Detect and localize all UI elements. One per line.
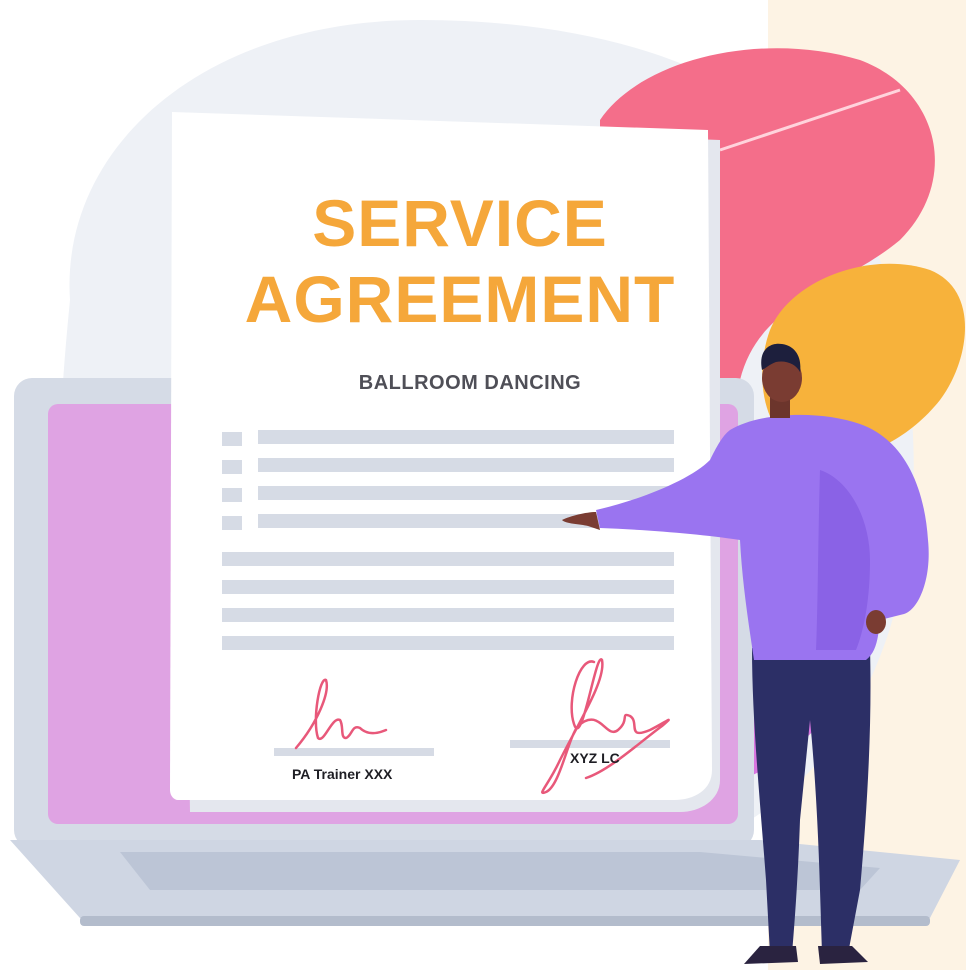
right-signature-line [510,740,670,748]
illustration-artwork [10,0,966,970]
left-signatory-name: PA Trainer XXX [292,766,393,782]
person-hip-hand [866,610,886,634]
right-signatory-name: XYZ LC [570,750,620,766]
agreement-subtitle: BALLROOM DANCING [358,372,582,394]
person-left-shoe [744,946,798,964]
left-signature-line [274,748,434,756]
illustration-scene: SERVICE AGREEMENT BALLROOM DANCING PA Tr… [0,0,966,970]
agreement-title-line-2: AGREEMENT [244,262,676,336]
agreement-title-line-1: SERVICE [312,186,608,260]
laptop-front-edge [80,916,930,926]
